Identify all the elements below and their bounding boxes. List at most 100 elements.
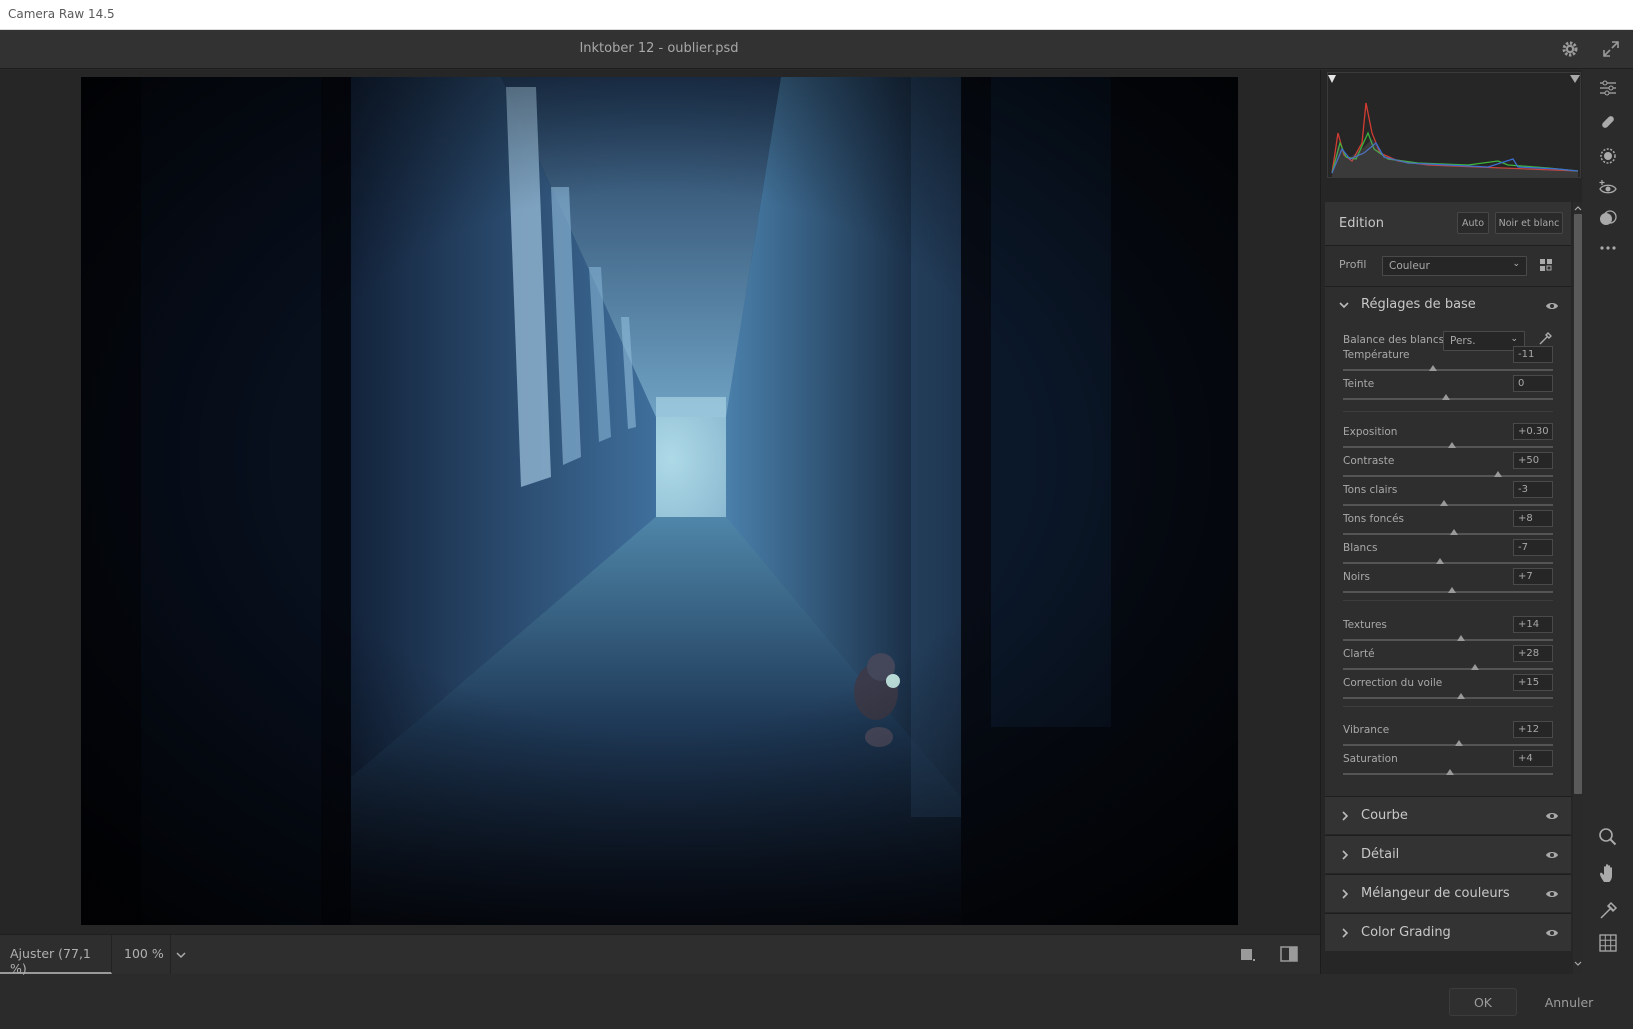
slider-thumb[interactable]	[1435, 558, 1444, 564]
ok-button[interactable]: OK	[1449, 988, 1517, 1016]
slider-thumb[interactable]	[1471, 664, 1480, 670]
slider-value-field[interactable]: +4	[1513, 750, 1553, 767]
slider-label: Contraste	[1343, 455, 1395, 467]
slider-value-field[interactable]: -11	[1513, 346, 1553, 363]
slider-label: Teinte	[1343, 378, 1375, 390]
eye-icon[interactable]	[1545, 811, 1559, 821]
masking-icon[interactable]	[1597, 145, 1619, 167]
sliders-icon[interactable]	[1597, 77, 1619, 99]
slider-thumb[interactable]	[1429, 365, 1438, 371]
hand-icon[interactable]	[1597, 862, 1619, 884]
zoom-100-button[interactable]: 100 %	[113, 935, 171, 974]
chevron-down-icon[interactable]	[1574, 960, 1582, 968]
section-melangeur-de-couleurs[interactable]: Mélangeur de couleurs	[1325, 874, 1571, 912]
slider-value-field[interactable]: -7	[1513, 539, 1553, 556]
slider-track[interactable]	[1343, 639, 1553, 641]
slider-tons-clairs[interactable]: Tons clairs -3	[1343, 481, 1555, 512]
slider-noirs[interactable]: Noirs +7	[1343, 568, 1555, 599]
slider-thumb[interactable]	[1456, 635, 1465, 641]
slider-value-field[interactable]: +8	[1513, 510, 1553, 527]
slider-blancs[interactable]: Blancs -7	[1343, 539, 1555, 570]
edit-panel: Edition Auto Noir et blanc Profil Couleu…	[1320, 70, 1583, 974]
single-view-icon[interactable]	[1240, 946, 1256, 962]
slider-track[interactable]	[1343, 504, 1553, 506]
dialog-footer: OK Annuler	[0, 975, 1633, 1029]
slider-value-field[interactable]: +50	[1513, 452, 1553, 469]
slider-track[interactable]	[1343, 697, 1553, 699]
slider-thumb[interactable]	[1439, 500, 1448, 506]
black-and-white-button[interactable]: Noir et blanc	[1495, 212, 1563, 234]
slider-track[interactable]	[1343, 744, 1553, 746]
slider-textures[interactable]: Textures +14	[1343, 616, 1555, 647]
slider-track[interactable]	[1343, 668, 1553, 670]
scrollbar-thumb[interactable]	[1574, 214, 1582, 794]
slider-value-field[interactable]: +7	[1513, 568, 1553, 585]
slider-exposition[interactable]: Exposition +0.30	[1343, 423, 1555, 454]
slider-vibrance[interactable]: Vibrance +12	[1343, 721, 1555, 752]
eyedropper-icon[interactable]	[1537, 331, 1553, 347]
edit-panel-scroll[interactable]: Edition Auto Noir et blanc Profil Couleu…	[1321, 202, 1583, 974]
slider-track[interactable]	[1343, 562, 1553, 564]
slider-value-field[interactable]: +0.30	[1513, 423, 1553, 440]
section-color-grading[interactable]: Color Grading	[1325, 913, 1571, 951]
slider-track[interactable]	[1343, 369, 1553, 371]
chevron-up-icon[interactable]	[1574, 204, 1582, 212]
slider-saturation[interactable]: Saturation +4	[1343, 750, 1555, 781]
zoom-icon[interactable]	[1597, 826, 1619, 848]
slider-tons-fonces[interactable]: Tons foncés +8	[1343, 510, 1555, 541]
before-after-view-icon[interactable]	[1280, 946, 1298, 962]
color-sampler-icon[interactable]	[1597, 900, 1619, 922]
slider-thumb[interactable]	[1456, 693, 1465, 699]
highlight-clipping-icon[interactable]	[1570, 75, 1580, 83]
chevron-right-icon	[1342, 850, 1349, 860]
slider-value-field[interactable]: +28	[1513, 645, 1553, 662]
profile-browser-icon[interactable]	[1539, 258, 1555, 274]
eye-icon[interactable]	[1545, 850, 1559, 860]
more-icon[interactable]	[1597, 237, 1619, 259]
slider-thumb[interactable]	[1448, 587, 1457, 593]
chevron-down-icon: ⌄	[1512, 259, 1520, 269]
slider-clarte[interactable]: Clarté +28	[1343, 645, 1555, 676]
slider-thumb[interactable]	[1450, 529, 1459, 535]
slider-value-field[interactable]: 0	[1513, 375, 1553, 392]
slider-contraste[interactable]: Contraste +50	[1343, 452, 1555, 483]
shadow-clipping-icon[interactable]	[1328, 75, 1336, 83]
zoom-dropdown-icon[interactable]	[172, 935, 190, 974]
slider-thumb[interactable]	[1441, 394, 1450, 400]
slider-thumb[interactable]	[1448, 442, 1457, 448]
section-courbe[interactable]: Courbe	[1325, 796, 1571, 834]
eye-icon[interactable]	[1545, 889, 1559, 899]
cancel-button[interactable]: Annuler	[1524, 988, 1614, 1016]
histogram	[1327, 72, 1581, 178]
white-balance-label: Balance des blancs	[1343, 334, 1445, 346]
slider-track[interactable]	[1343, 475, 1553, 477]
basic-section-header[interactable]: Réglages de base	[1325, 287, 1571, 323]
profile-dropdown[interactable]: Couleur ⌄	[1382, 256, 1527, 276]
slider-thumb[interactable]	[1454, 740, 1463, 746]
eye-icon[interactable]	[1545, 301, 1559, 311]
presets-icon[interactable]	[1597, 207, 1619, 229]
basic-section: Réglages de base Balance des blancs Pers…	[1325, 286, 1571, 796]
zoom-fit-button[interactable]: Ajuster (77,1 %)	[0, 935, 112, 976]
slider-teinte[interactable]: Teinte 0	[1343, 375, 1555, 406]
eye-icon[interactable]	[1545, 928, 1559, 938]
slider-correction-du-voile[interactable]: Correction du voile +15	[1343, 674, 1555, 705]
auto-button[interactable]: Auto	[1457, 212, 1489, 234]
red-eye-icon[interactable]	[1597, 177, 1619, 199]
slider-track[interactable]	[1343, 533, 1553, 535]
slider-value-field[interactable]: +12	[1513, 721, 1553, 738]
section-title: Détail	[1361, 847, 1400, 862]
slider-thumb[interactable]	[1446, 769, 1455, 775]
image-canvas[interactable]	[0, 70, 1320, 934]
gear-icon[interactable]	[1560, 39, 1580, 59]
photo-preview[interactable]	[81, 77, 1238, 925]
slider-value-field[interactable]: -3	[1513, 481, 1553, 498]
grid-icon[interactable]	[1597, 932, 1619, 954]
slider-value-field[interactable]: +14	[1513, 616, 1553, 633]
section-detail[interactable]: Détail	[1325, 835, 1571, 873]
slider-value-field[interactable]: +15	[1513, 674, 1553, 691]
expand-icon[interactable]	[1601, 39, 1621, 59]
slider-thumb[interactable]	[1494, 471, 1503, 477]
slider-temperature[interactable]: Température -11	[1343, 346, 1555, 377]
healing-brush-icon[interactable]	[1597, 111, 1619, 133]
